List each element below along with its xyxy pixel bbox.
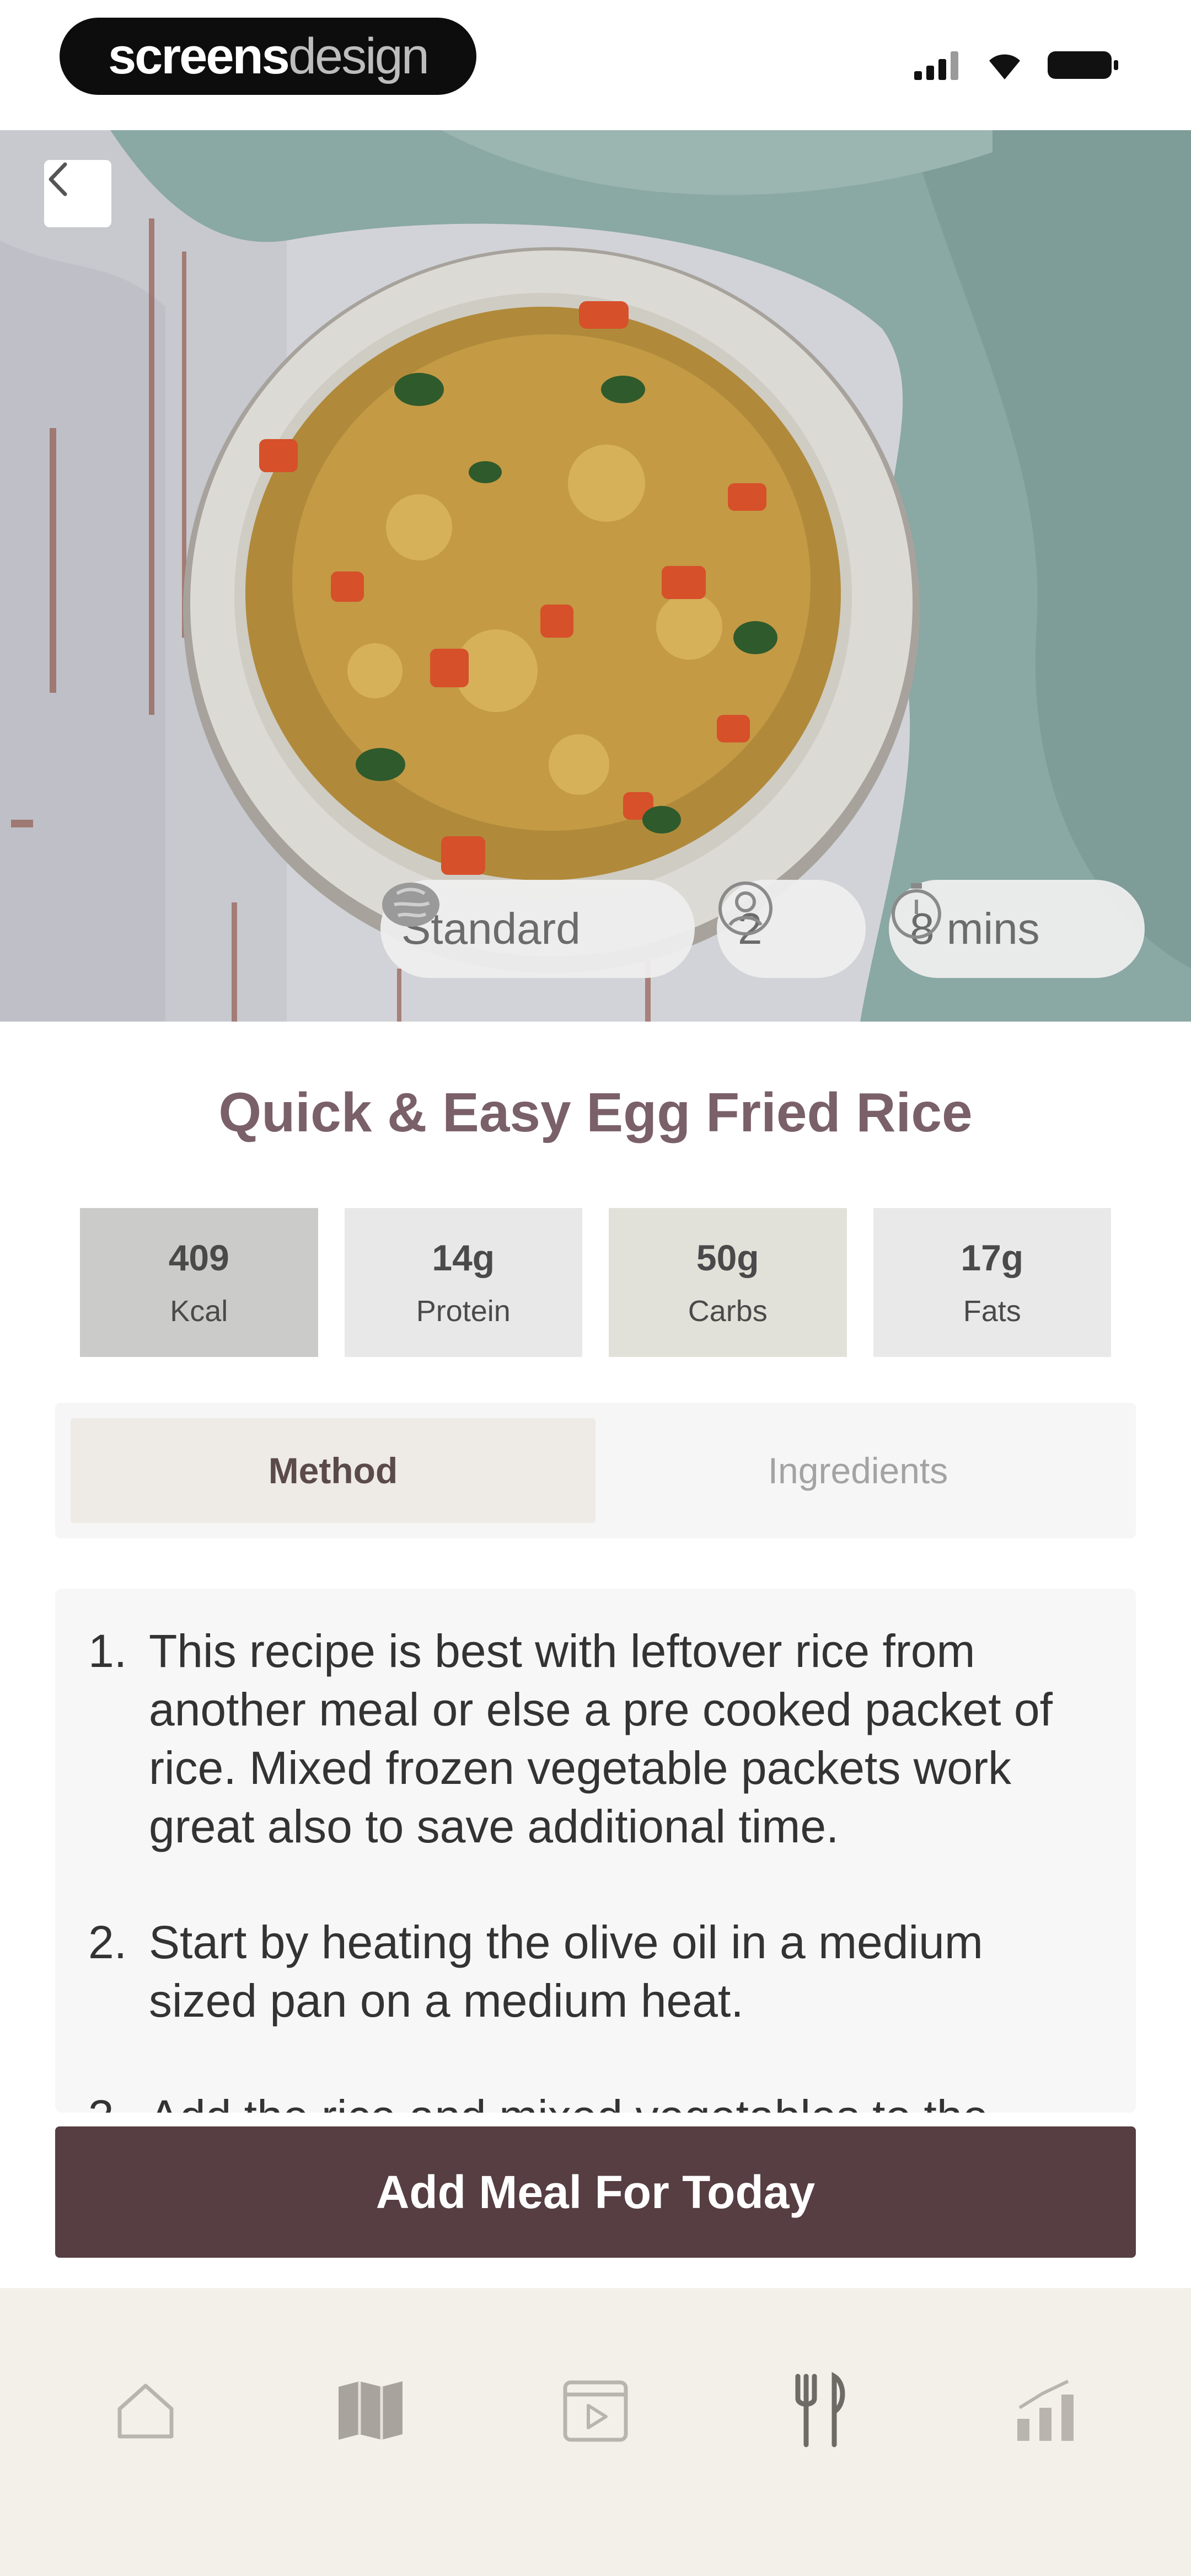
- brain-icon: [382, 883, 439, 927]
- method-step-text: Add the rice and mixed vegetables to the: [149, 2087, 1086, 2113]
- signal-icon: [914, 51, 958, 80]
- status-icons: [914, 49, 1119, 82]
- brand-logo: screensdesign: [60, 18, 476, 95]
- brand-logo-bold: screens: [108, 28, 290, 84]
- back-button[interactable]: [44, 160, 111, 227]
- nav-meals[interactable]: [776, 2366, 865, 2455]
- status-bar: screensdesign: [0, 0, 1191, 130]
- method-step: 2. Start by heating the olive oil in a m…: [88, 1913, 1086, 2030]
- stopwatch-icon: [892, 883, 941, 939]
- nav-library[interactable]: [326, 2366, 415, 2455]
- wifi-icon: [989, 54, 1020, 79]
- macro-kcal-label: Kcal: [170, 1295, 228, 1328]
- macro-fats-value: 17g: [961, 1237, 1024, 1278]
- time-chip: 8 mins: [889, 880, 1145, 978]
- home-icon: [117, 2383, 174, 2439]
- macro-kcal: 409 Kcal: [80, 1208, 318, 1357]
- macro-protein-label: Protein: [416, 1295, 511, 1328]
- macro-fats: 17g Fats: [873, 1208, 1111, 1357]
- recipe-tabs: Method Ingredients: [55, 1403, 1136, 1538]
- diet-chip: Standard: [380, 880, 695, 978]
- method-step-number: 2.: [88, 1916, 127, 1968]
- bottom-nav: [0, 2288, 1191, 2576]
- macro-carbs-value: 50g: [696, 1237, 759, 1278]
- macro-fats-label: Fats: [963, 1295, 1021, 1328]
- recipe-title: Quick & Easy Egg Fried Rice: [218, 1082, 973, 1143]
- battery-icon: [1048, 51, 1118, 79]
- method-step-number: 3.: [88, 2087, 149, 2113]
- method-step-number: 1.: [88, 1625, 127, 1677]
- cutlery-icon: [795, 2372, 845, 2447]
- nav-home[interactable]: [101, 2366, 190, 2455]
- recipe-hero-image: Standard 2 8 mins: [0, 130, 1191, 1022]
- method-step: 3. Add the rice and mixed vegetables to …: [88, 2087, 1086, 2113]
- video-icon: [563, 2380, 628, 2442]
- macro-protein: 14g Protein: [344, 1208, 582, 1357]
- macro-protein-value: 14g: [432, 1237, 495, 1278]
- book-icon: [339, 2381, 403, 2440]
- macro-kcal-value: 409: [168, 1237, 229, 1278]
- servings-chip: 2: [717, 880, 866, 978]
- brand-logo-light: design: [288, 28, 430, 84]
- person-icon: [718, 881, 772, 936]
- tab-ingredients[interactable]: Ingredients: [596, 1418, 1120, 1523]
- chevron-left-icon: [49, 162, 67, 196]
- nav-progress[interactable]: [1001, 2366, 1090, 2455]
- add-meal-button[interactable]: Add Meal For Today: [55, 2126, 1136, 2258]
- macro-carbs: 50g Carbs: [609, 1208, 847, 1357]
- macro-carbs-label: Carbs: [688, 1295, 768, 1328]
- nav-videos[interactable]: [551, 2366, 640, 2455]
- method-step-text: Start by heating the olive oil in a medi…: [149, 1916, 983, 2027]
- chart-icon: [1017, 2380, 1074, 2441]
- method-list[interactable]: 1. This recipe is best with leftover ric…: [55, 1589, 1136, 2113]
- method-step-text: This recipe is best with leftover rice f…: [149, 1625, 1053, 1852]
- macro-summary: 409 Kcal 14g Protein 50g Carbs 17g Fats: [80, 1208, 1111, 1357]
- method-step: 1. This recipe is best with leftover ric…: [88, 1622, 1086, 1856]
- tab-method[interactable]: Method: [71, 1418, 596, 1523]
